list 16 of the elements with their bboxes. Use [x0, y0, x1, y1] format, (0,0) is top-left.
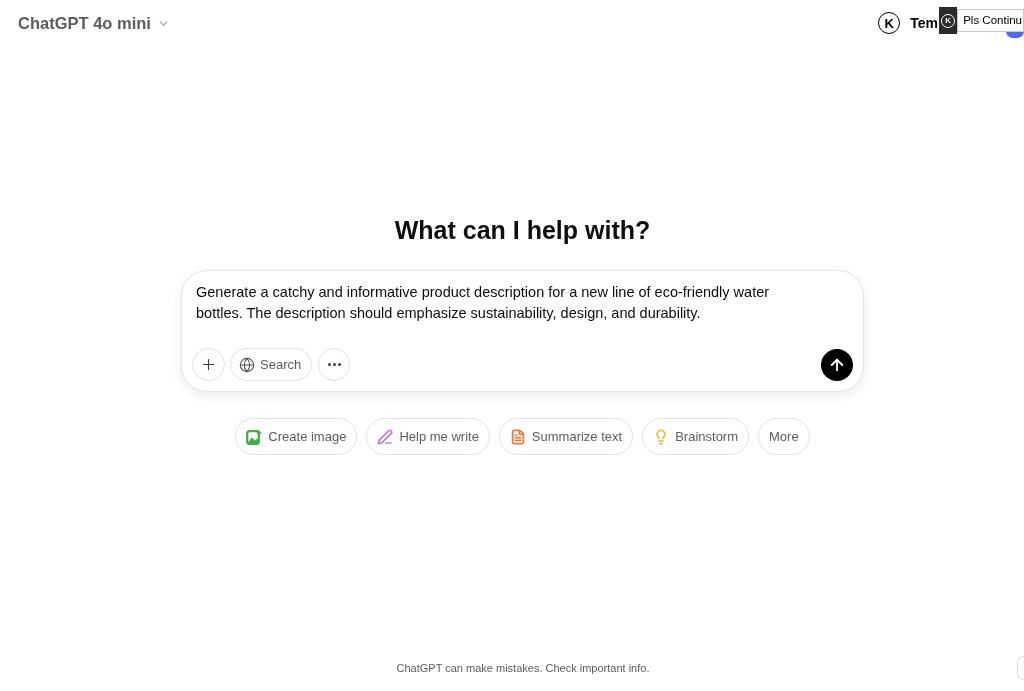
page-heading: What can I help with?: [394, 215, 651, 246]
send-button[interactable]: [821, 348, 853, 381]
circle-button[interactable]: [1017, 656, 1024, 680]
model-selector[interactable]: ChatGPT 4o mini: [18, 14, 170, 32]
suggestion-chip[interactable]: Help me write: [366, 418, 490, 455]
suggestion-chip[interactable]: More: [758, 418, 810, 455]
suggestion-chip[interactable]: Brainstorm: [642, 418, 750, 455]
header-label: Tem: [910, 13, 938, 33]
popup-text: Pls Continu: [963, 12, 1022, 28]
plus-icon: [200, 356, 217, 373]
disclaimer-text: ChatGPT can make mistakes. Check important info.: [396, 661, 650, 676]
suggestion-chip[interactable]: Summarize text: [498, 418, 634, 455]
globe-icon: [239, 356, 255, 373]
suggestion-chip[interactable]: Create image: [235, 418, 358, 455]
message-input[interactable]: Generate a catchy and informative product description for a new line of eco-friendly water bottles. The description should emphasize sustainability, design, and durability.: [192, 282, 804, 324]
ellipsis-icon: [327, 363, 341, 366]
